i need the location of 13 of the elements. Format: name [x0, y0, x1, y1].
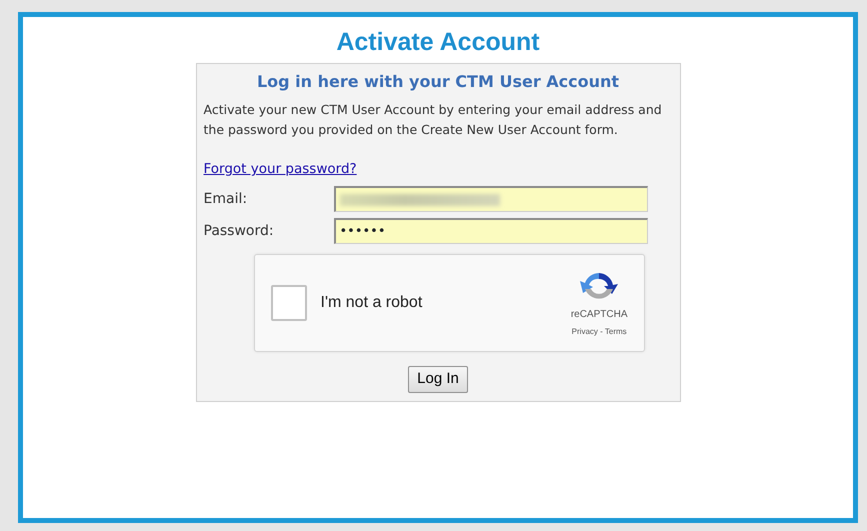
page-title: Activate Account	[336, 27, 540, 57]
intro-text: Activate your new CTM User Account by entering your email address and the password you provided on the Create New User Account form.	[204, 101, 663, 139]
field-label: Email:	[204, 190, 248, 208]
captcha-links[interactable]: Privacy - Terms	[572, 326, 627, 338]
email-field[interactable]	[334, 186, 648, 212]
captcha-label: I'm not a robot	[320, 293, 424, 313]
captcha-checkbox[interactable]	[270, 285, 306, 321]
field-label: Password:	[204, 222, 275, 240]
login-button[interactable]: Log In	[408, 366, 468, 392]
password-field[interactable]: ••••••	[334, 218, 648, 244]
panel-heading: Log in here with your CTM User Account	[256, 71, 620, 93]
forgot-password-link[interactable]: Forgot your password?	[204, 161, 357, 177]
captcha-brand: reCAPTCHA	[570, 308, 628, 322]
